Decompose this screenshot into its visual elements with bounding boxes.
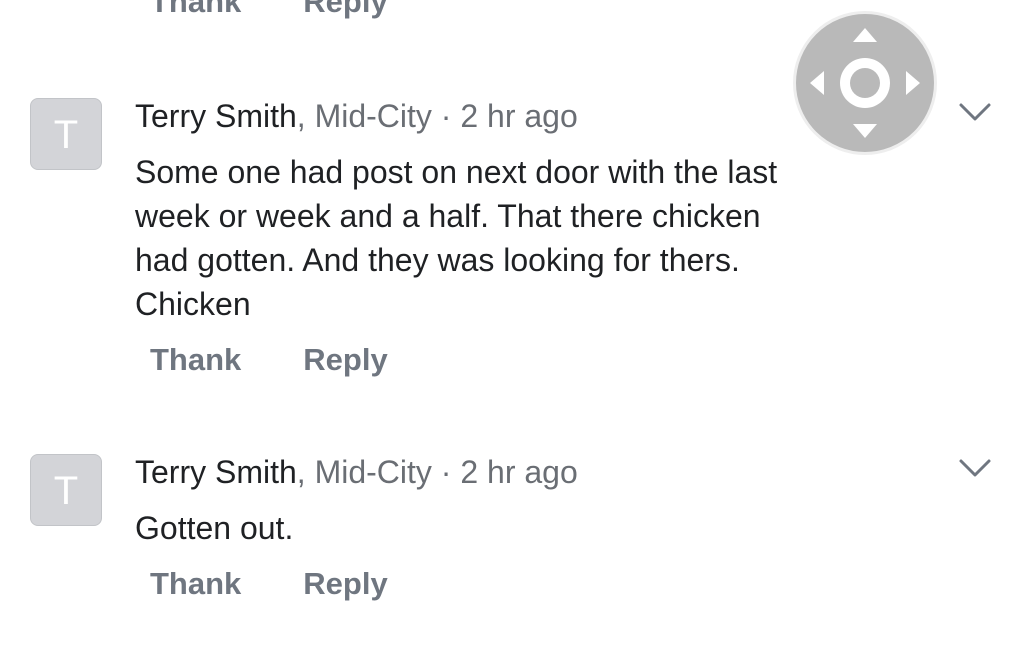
chevron-down-icon [959, 103, 991, 121]
chevron-down-icon [959, 459, 991, 477]
author-name[interactable]: Terry Smith [135, 454, 297, 490]
avatar[interactable]: T [30, 454, 102, 526]
thank-button[interactable]: Thank [150, 0, 241, 22]
assistive-touch-dpad-icon [810, 28, 920, 138]
comment-actions: Thank Reply [150, 340, 388, 380]
neighborhood[interactable]: Mid-City [315, 454, 432, 490]
thank-button[interactable]: Thank [150, 340, 241, 380]
comment-text: Some one had post on next door with the … [135, 154, 778, 322]
neighborhood[interactable]: Mid-City [315, 98, 432, 134]
header-separator: , [296, 98, 315, 134]
meta-dot: · [431, 98, 461, 134]
timestamp: 2 hr ago [460, 98, 578, 134]
avatar-initial: T [53, 113, 79, 157]
reply-button[interactable]: Reply [303, 564, 387, 604]
assistive-touch-button[interactable] [793, 11, 937, 155]
comment-header: Terry Smith, Mid-City · 2 hr ago [135, 96, 578, 136]
thank-button[interactable]: Thank [150, 564, 241, 604]
comment-header: Terry Smith, Mid-City · 2 hr ago [135, 452, 578, 492]
previous-comment-actions: Thank Reply [150, 0, 388, 22]
header-separator: , [296, 454, 315, 490]
comment-options-button[interactable] [958, 456, 992, 482]
author-name[interactable]: Terry Smith [135, 98, 297, 134]
reply-button[interactable]: Reply [303, 0, 387, 22]
meta-dot: · [431, 454, 461, 490]
comment-actions: Thank Reply [150, 564, 388, 604]
timestamp: 2 hr ago [460, 454, 578, 490]
comment-text: Gotten out. [135, 510, 294, 546]
avatar[interactable]: T [30, 98, 102, 170]
reply-button[interactable]: Reply [303, 340, 387, 380]
avatar-initial: T [53, 469, 79, 513]
comment-options-button[interactable] [958, 100, 992, 126]
